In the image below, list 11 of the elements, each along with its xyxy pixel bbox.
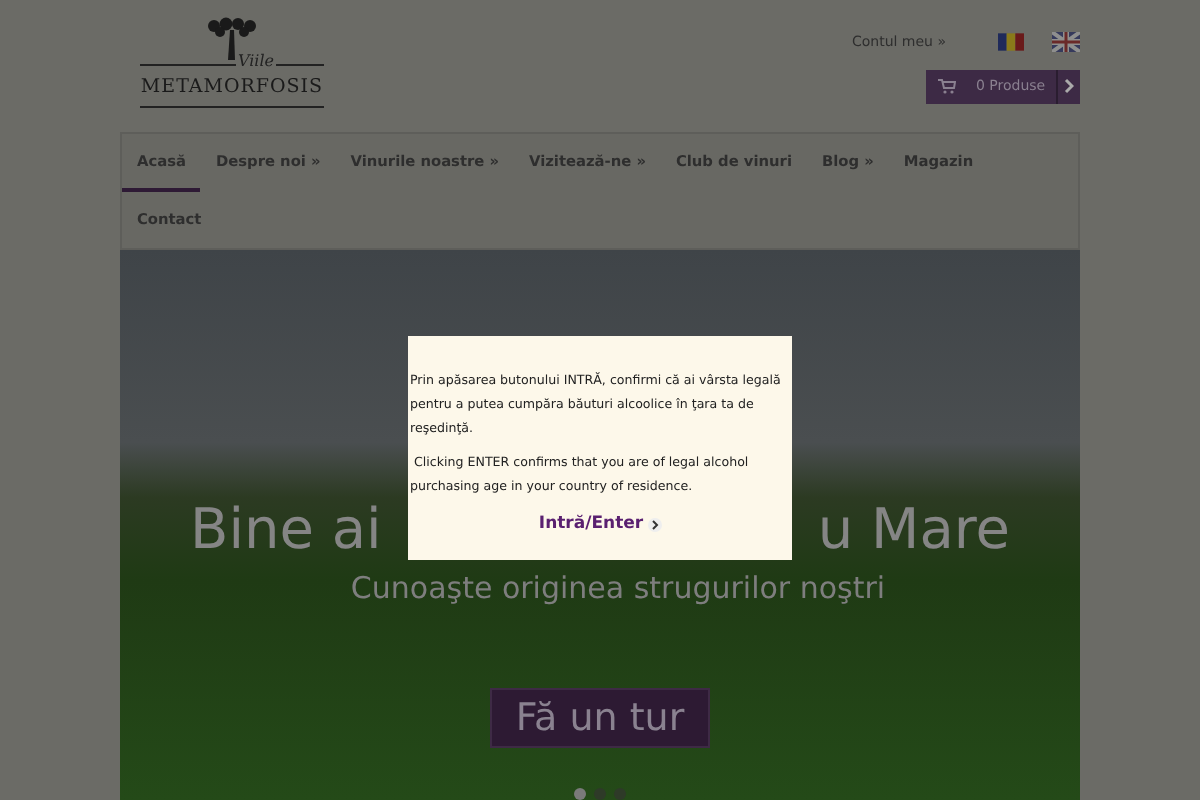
chevron-right-icon [1064,78,1074,94]
logo[interactable]: Viile METAMORFOSIS [140,16,324,112]
hero-subtitle: Cunoaşte originea strugurilor noştri [350,568,886,610]
hero-title: Bine ai [190,498,382,562]
tour-button[interactable]: Fă un tur [489,687,711,748]
hero-title: u Mare [817,498,1010,562]
chevron-right-icon [647,517,662,532]
romania-flag-icon[interactable] [998,32,1024,53]
enter-button[interactable]: Intră/Enter [538,512,662,538]
cart-icon [938,78,956,94]
uk-flag-icon[interactable] [1052,32,1080,53]
